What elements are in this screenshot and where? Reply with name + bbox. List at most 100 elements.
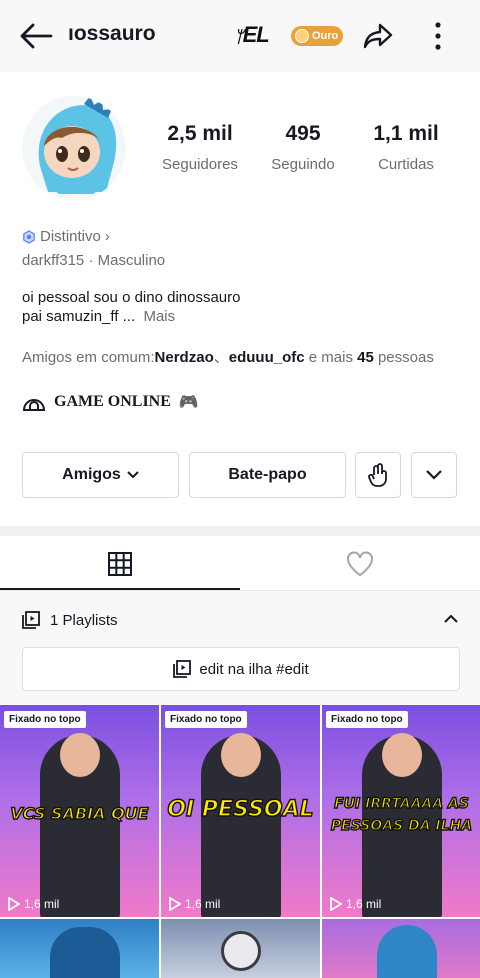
video-thumbnail[interactable]: Fixado no topo FUI IRRTAAAA AS PESSOAS D… <box>322 705 480 917</box>
chat-button[interactable]: Bate-papo <box>189 452 346 498</box>
mutual-name-2: eduuu_ofc <box>228 349 305 366</box>
chevron-down-icon <box>426 470 442 480</box>
profile-title: ıossauro <box>68 22 156 45</box>
heart-icon <box>347 551 373 577</box>
video-caption: VCS SABIA QUE <box>10 803 150 823</box>
friends-button[interactable]: Amigos <box>22 452 179 498</box>
poke-button[interactable] <box>355 452 401 498</box>
chevron-up-icon <box>444 614 458 623</box>
view-count: 1,6 mil <box>8 897 59 911</box>
gamepad-icon: 🎮 <box>178 394 199 411</box>
stat-followers-value: 2,5 mil <box>167 122 233 145</box>
play-icon <box>330 897 342 911</box>
view-count-value: 1,6 mil <box>185 897 221 911</box>
back-button[interactable] <box>14 16 58 56</box>
level-badge-label: Ouro <box>312 30 339 42</box>
more-vertical-icon <box>435 22 441 50</box>
mutual-name-1: Nerdzao <box>154 349 214 366</box>
mutual-suffix: pessoas <box>373 349 434 366</box>
badge-link[interactable]: Distintivo › <box>22 228 110 245</box>
stat-followers[interactable]: 2,5 mil Seguidores <box>145 122 255 173</box>
content-tabs <box>0 536 480 592</box>
character-figure <box>50 927 120 978</box>
stat-following-label: Seguindo <box>271 156 335 173</box>
pinned-label: Fixado no topo <box>326 711 408 728</box>
playlist-section: 1 Playlists edit na ilha #edit <box>0 591 480 704</box>
playlist-header-label: 1 Playlists <box>50 611 118 629</box>
playlist-header[interactable]: 1 Playlists <box>22 611 118 629</box>
hand-wave-icon <box>368 463 387 487</box>
share-button[interactable] <box>358 16 398 56</box>
chevron-right-icon: › <box>104 228 110 245</box>
playlist-icon <box>173 660 192 678</box>
meta-separator: · <box>88 252 98 269</box>
bio-line-2-text: pai samuzin_ff ... <box>22 308 136 325</box>
video-thumbnail[interactable] <box>0 919 159 978</box>
character-head <box>382 733 422 777</box>
mutual-separator: 、 <box>213 349 229 366</box>
section-divider <box>0 526 480 536</box>
mutual-count: 45 <box>357 349 374 366</box>
view-count-value: 1,6 mil <box>24 897 60 911</box>
igloo-icon <box>22 399 46 411</box>
more-options-button[interactable] <box>424 16 452 56</box>
bio[interactable]: oi pessoal sou o dino dinossauro pai sam… <box>22 288 240 326</box>
stat-likes-value: 1,1 mil <box>373 122 439 145</box>
play-icon <box>8 897 20 911</box>
dino-avatar-illustration <box>22 96 126 200</box>
status-line: GAME ONLINE 🎮 <box>22 392 199 412</box>
video-caption: FUI IRRTAAAA AS PESSOAS DA ILHA <box>330 795 473 834</box>
play-icon <box>169 897 181 911</box>
view-count: 1,6 mil <box>330 897 381 911</box>
video-caption: OI PESSOAL <box>167 797 315 822</box>
gender: Masculino <box>97 252 166 269</box>
level-badge[interactable]: Ouro <box>291 26 343 46</box>
el-logo-text: EL <box>242 22 270 47</box>
view-count: 1,6 mil <box>169 897 220 911</box>
collapse-playlists-button[interactable] <box>444 611 458 629</box>
tab-videos[interactable] <box>0 536 240 592</box>
bio-more-link[interactable]: Mais <box>143 308 175 325</box>
video-thumbnail[interactable]: Fixado no topo VCS SABIA QUE 1,6 mil <box>0 705 159 917</box>
video-thumbnail[interactable] <box>161 919 320 978</box>
stat-likes[interactable]: 1,1 mil Curtidas <box>351 122 461 173</box>
back-arrow-icon <box>20 23 53 49</box>
share-icon <box>363 23 393 49</box>
playlist-icon <box>22 611 40 629</box>
character-head <box>221 733 261 777</box>
playlist-item[interactable]: edit na ilha #edit <box>22 647 460 691</box>
grid-icon <box>108 552 132 576</box>
more-actions-button[interactable] <box>411 452 457 498</box>
chevron-down-icon <box>127 471 139 479</box>
playlist-item-label: edit na ilha #edit <box>199 660 309 678</box>
video-thumbnail[interactable] <box>322 919 480 978</box>
username: darkff315 <box>22 252 85 269</box>
video-thumbnail[interactable]: Fixado no topo OI PESSOAL 1,6 mil <box>161 705 320 917</box>
character-head <box>60 733 100 777</box>
stat-following[interactable]: 495 Seguindo <box>248 122 358 173</box>
bio-line-2: pai samuzin_ff ... Mais <box>22 307 240 326</box>
medal-icon <box>295 29 309 43</box>
chat-button-label: Bate-papo <box>228 466 307 483</box>
view-count-value: 1,6 mil <box>346 897 382 911</box>
character-figure <box>221 931 261 971</box>
pinned-label: Fixado no topo <box>165 711 247 728</box>
user-meta: darkff315 · Masculino <box>22 252 165 269</box>
top-bar: ıossauro ᛘEL Ouro <box>0 0 480 72</box>
stat-followers-label: Seguidores <box>162 156 238 173</box>
bio-line-1: oi pessoal sou o dino dinossauro <box>22 289 241 306</box>
character-figure <box>377 925 437 978</box>
status-text: GAME ONLINE <box>54 393 171 410</box>
avatar[interactable] <box>22 96 126 200</box>
stat-likes-label: Curtidas <box>378 156 434 173</box>
pinned-label: Fixado no topo <box>4 711 86 728</box>
mutual-friends[interactable]: Amigos em comum:Nerdzao、eduuu_ofc e mais… <box>22 346 434 367</box>
mutual-mid: e mais <box>304 349 358 366</box>
hexagon-badge-icon <box>23 229 35 244</box>
tab-liked[interactable] <box>240 536 480 592</box>
el-logo: ᛘEL <box>234 22 270 47</box>
video-grid: Fixado no topo VCS SABIA QUE 1,6 mil Fix… <box>0 705 480 978</box>
stat-following-value: 495 <box>285 122 321 145</box>
mutual-prefix: Amigos em comum: <box>22 349 155 366</box>
badge-label: Distintivo <box>40 228 101 245</box>
